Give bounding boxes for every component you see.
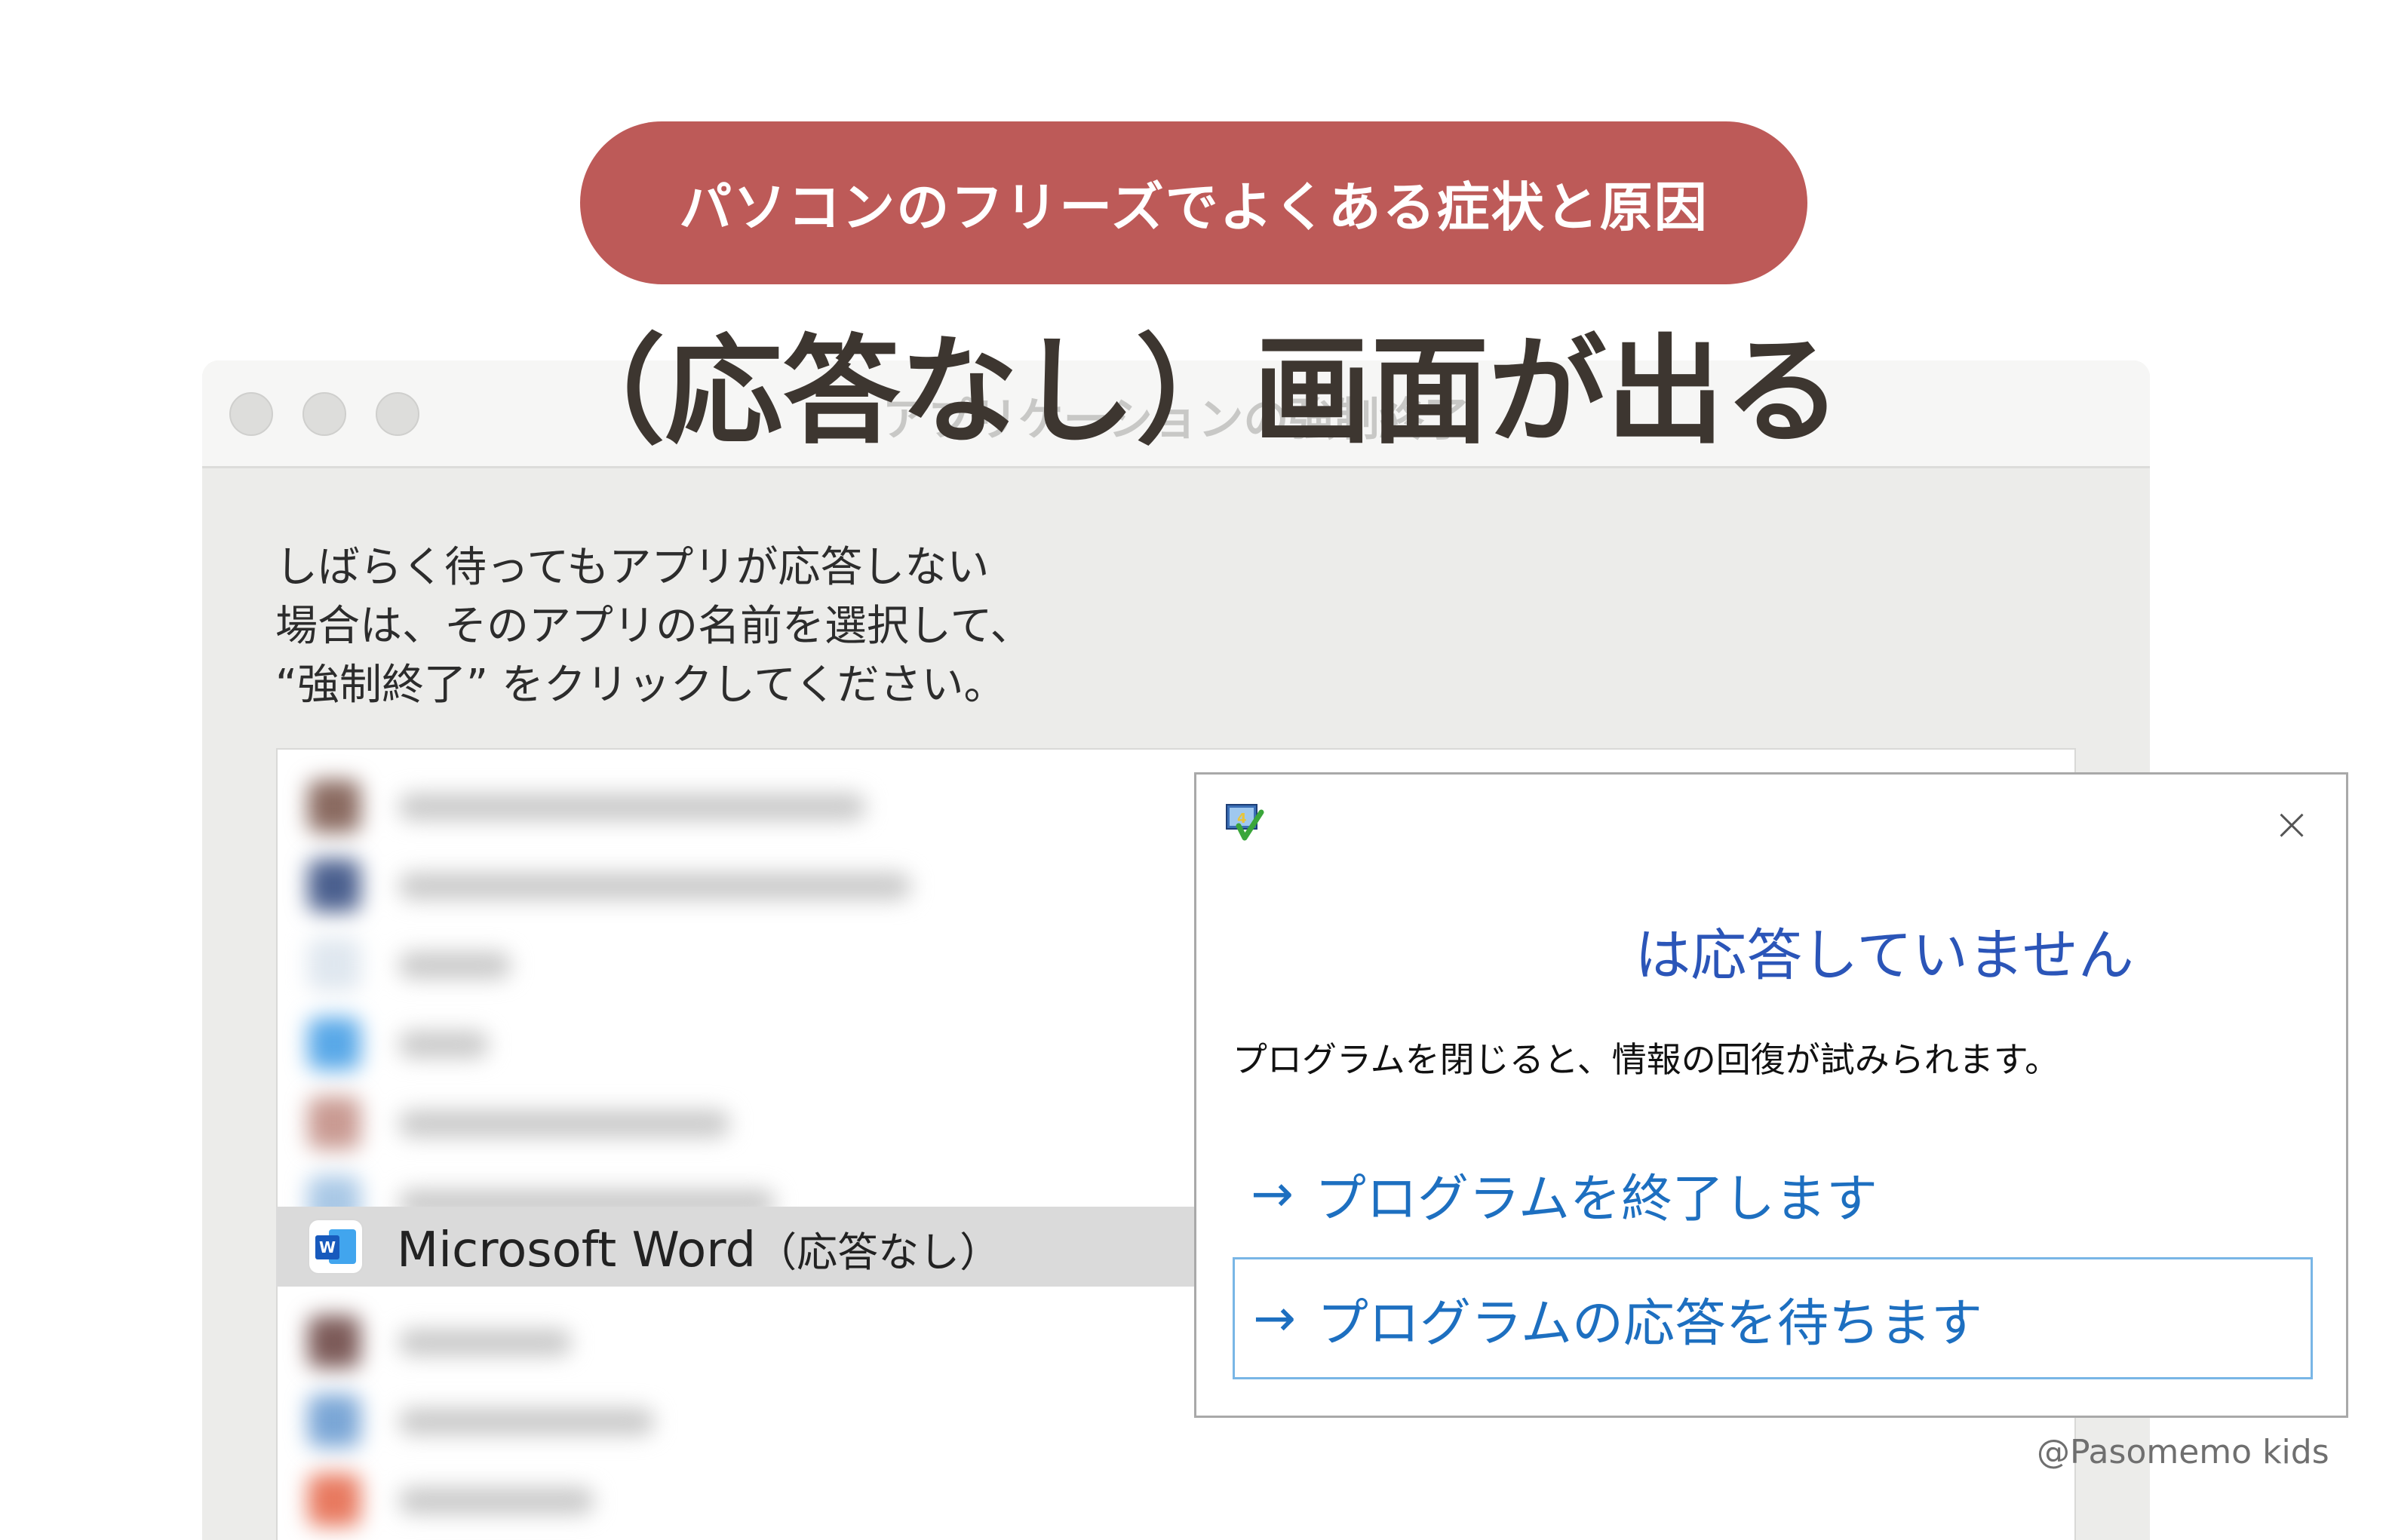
dialog-message: プログラムを閉じると、情報の回復が試みられます。 xyxy=(1233,1039,2060,1080)
dialog-title: は応答していません xyxy=(1635,923,2134,988)
list-item[interactable] xyxy=(300,1474,753,1526)
list-item[interactable] xyxy=(300,780,979,833)
wait-program-option[interactable]: → プログラムの応答を待ちます xyxy=(1233,1257,2313,1379)
selected-app-label: Microsoft Word（応答なし） xyxy=(397,1219,1000,1278)
list-item[interactable] xyxy=(300,1394,753,1447)
arrow-right-icon: → xyxy=(1251,1164,1294,1224)
arrow-right-icon: → xyxy=(1253,1288,1296,1348)
watermark: @Pasomemo kids xyxy=(2037,1433,2329,1471)
app-name: Microsoft Word xyxy=(397,1222,757,1278)
app-status: （応答なし） xyxy=(756,1229,1001,1276)
option-label: プログラムを終了します xyxy=(1314,1169,1878,1229)
selected-app-row[interactable]: W Microsoft Word（応答なし） xyxy=(276,1207,1264,1287)
close-program-option[interactable]: → プログラムを終了します xyxy=(1233,1133,2313,1255)
list-item[interactable] xyxy=(300,1315,753,1368)
list-item[interactable] xyxy=(300,859,979,912)
list-item[interactable] xyxy=(300,938,979,991)
program-icon: 4 xyxy=(1226,804,1264,841)
instruction-line: しばらく待ってもアプリが応答しない xyxy=(275,543,990,592)
svg-text:4: 4 xyxy=(1237,811,1247,827)
not-responding-dialog: 4 × は応答していません プログラムを閉じると、情報の回復が試みられます。 →… xyxy=(1194,772,2348,1418)
list-item[interactable] xyxy=(300,1017,979,1070)
instruction-line: 場合は、そのアプリの名前を選択して、 xyxy=(275,602,1033,651)
page-heading: （応答なし）画面が出る xyxy=(547,323,1842,460)
title-banner: パソコンのフリーズでよくある症状と原因 xyxy=(580,121,1807,284)
banner-text: パソコンのフリーズでよくある症状と原因 xyxy=(679,176,1709,238)
close-icon[interactable]: × xyxy=(2268,800,2316,848)
instruction-line: “強制終了” をクリックしてください。 xyxy=(275,661,1006,710)
instructions-text: しばらく待ってもアプリが応答しない 場合は、そのアプリの名前を選択して、 “強制… xyxy=(275,538,1331,715)
microsoft-word-icon: W xyxy=(309,1220,362,1273)
option-label: プログラムの応答を待ちます xyxy=(1316,1293,1982,1354)
list-item[interactable] xyxy=(300,1097,979,1149)
